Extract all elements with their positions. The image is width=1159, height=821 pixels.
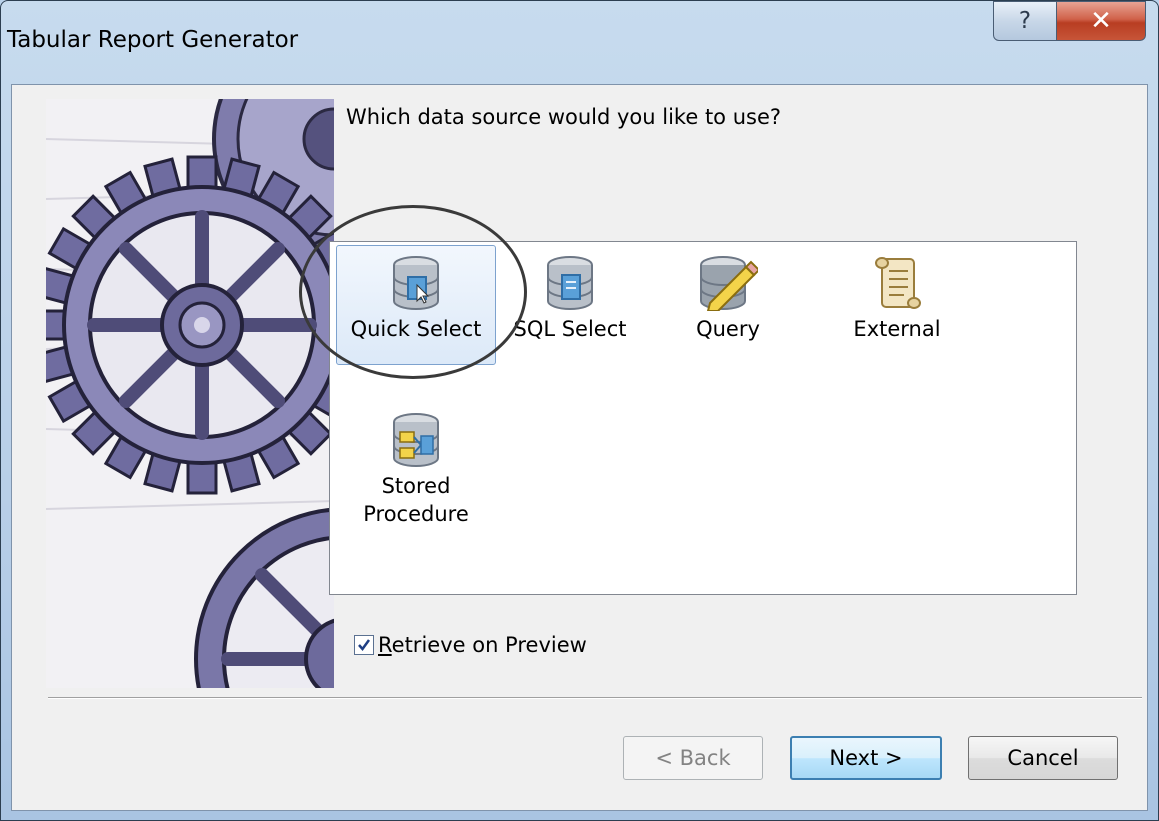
- retrieve-on-preview-checkbox[interactable]: [354, 635, 374, 655]
- back-button[interactable]: < Back: [623, 736, 763, 780]
- source-item-stored-procedure[interactable]: Stored Procedure: [336, 412, 496, 562]
- data-source-question: Which data source would you like to use?: [346, 105, 782, 129]
- database-document-icon: [547, 256, 593, 310]
- window-title: Tabular Report Generator: [7, 27, 299, 53]
- checkmark-icon: [358, 639, 371, 652]
- retrieve-on-preview-option[interactable]: Retrieve on Preview: [354, 633, 587, 657]
- dialog-window: Tabular Report Generator ? ✕ Which data …: [0, 0, 1159, 821]
- next-button[interactable]: Next >: [790, 736, 942, 780]
- title-bar[interactable]: Tabular Report Generator ? ✕: [1, 1, 1158, 89]
- close-button[interactable]: ✕: [1056, 1, 1146, 41]
- source-label-line1: Stored: [381, 474, 451, 498]
- source-item-query[interactable]: Query: [658, 247, 798, 363]
- cancel-button[interactable]: Cancel: [968, 736, 1118, 780]
- database-pencil-icon: [700, 256, 761, 312]
- source-label: Query: [696, 317, 760, 341]
- close-icon: ✕: [1090, 6, 1112, 36]
- mnemonic-letter: R: [378, 633, 392, 657]
- separator-line: [48, 697, 1142, 699]
- retrieve-on-preview-label: Retrieve on Preview: [378, 633, 587, 657]
- gear-illustration: [46, 99, 334, 688]
- source-label-line2: Procedure: [363, 502, 469, 526]
- source-item-external[interactable]: External: [822, 247, 972, 363]
- annotation-circle: [299, 205, 527, 379]
- source-label: External: [853, 317, 941, 341]
- help-icon: ?: [1018, 8, 1032, 34]
- dialog-client-area: Which data source would you like to use?…: [11, 84, 1148, 811]
- scroll-icon: [875, 257, 921, 309]
- help-button[interactable]: ?: [993, 1, 1057, 41]
- database-procedure-icon: [393, 413, 439, 467]
- label-text: etrieve on Preview: [391, 633, 587, 657]
